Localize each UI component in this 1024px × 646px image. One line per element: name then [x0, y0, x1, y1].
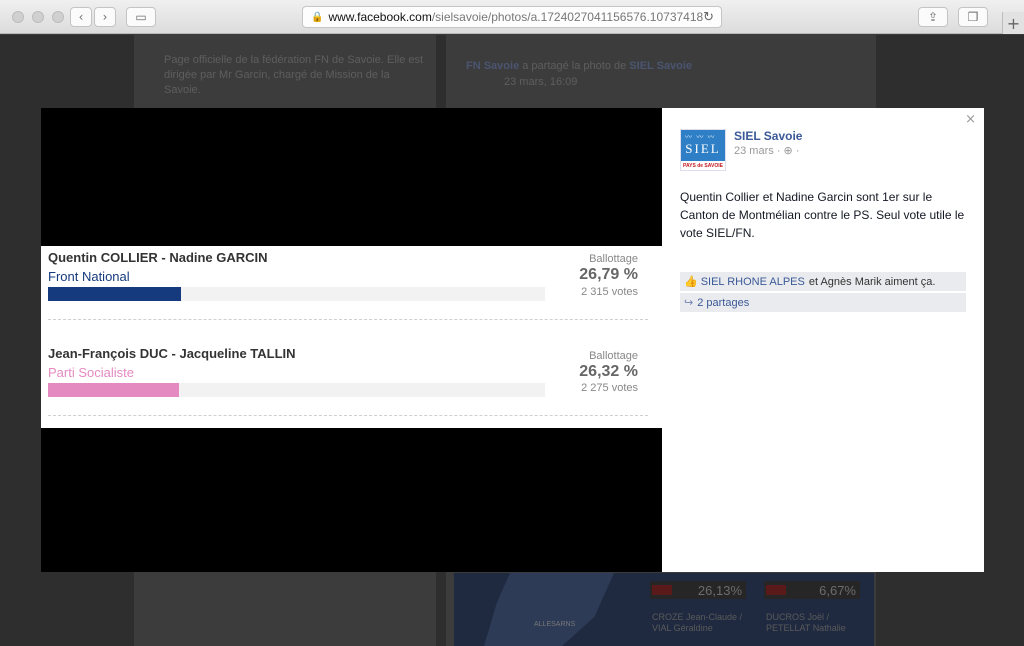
address-bar[interactable]: 🔒 www.facebook.com/sielsavoie/photos/a.1…: [302, 6, 722, 28]
sidebar-icon: ▭: [135, 10, 147, 24]
background-pct-right-value: 6,67%: [819, 582, 856, 598]
result-bar-fill: [48, 287, 181, 301]
meta-separator: ·: [776, 145, 781, 157]
red-marker: [766, 585, 786, 595]
page-avatar[interactable]: 〰 〰 〰 SIEL PAYS de SAVOIE: [680, 129, 726, 171]
reload-icon[interactable]: ↻: [703, 10, 714, 25]
url-domain: www.facebook.com: [328, 10, 432, 24]
result-votes: 2 275 votes: [581, 382, 638, 394]
plus-icon: +: [1006, 13, 1021, 33]
candidates-name: Quentin COLLIER - Nadine GARCIN: [48, 250, 268, 265]
result-percent: 26,79 %: [579, 266, 638, 283]
minimize-window-button[interactable]: [32, 11, 44, 23]
shares-bar[interactable]: ↪ 2 partages: [680, 293, 966, 312]
chevron-left-icon: ‹: [78, 10, 84, 24]
lock-icon: 🔒: [311, 11, 324, 23]
background-share-line: FN Savoie a partagé la photo de SIEL Sav…: [466, 59, 866, 74]
chevron-right-icon: ›: [102, 10, 108, 24]
result-bar-track: [48, 383, 545, 397]
result-status: Ballottage: [589, 350, 638, 362]
tabs-button[interactable]: ❐: [958, 7, 988, 27]
background-share-author: FN Savoie: [466, 60, 520, 72]
likes-link[interactable]: SIEL RHONE ALPES: [701, 276, 805, 288]
likes-bar: 👍 SIEL RHONE ALPES et Agnès Marik aiment…: [680, 272, 966, 291]
logo-text: SIEL: [685, 141, 721, 156]
party-name: Front National: [48, 269, 130, 284]
party-name: Parti Socialiste: [48, 365, 134, 380]
photo-viewer[interactable]: Quentin COLLIER - Nadine GARCIN Front Na…: [41, 108, 662, 572]
zoom-window-button[interactable]: [52, 11, 64, 23]
url-path: /sielsavoie/photos/a.1724027041156576.10…: [431, 10, 704, 24]
logo-subtitle: PAYS de SAVOIE: [683, 163, 723, 169]
result-status: Ballottage: [589, 253, 638, 265]
background-pct-left-value: 26,13%: [697, 582, 742, 598]
close-icon[interactable]: ×: [965, 112, 976, 127]
result-votes: 2 315 votes: [581, 286, 638, 298]
result-percent: 26,32 %: [579, 363, 638, 380]
background-pct-left: 26,13%: [650, 581, 746, 599]
background-share-action: a partagé la photo de: [522, 60, 627, 72]
back-button[interactable]: ‹: [70, 7, 92, 27]
post-text: Quentin Collier et Nadine Garcin sont 1e…: [680, 190, 965, 240]
divider: [48, 319, 648, 320]
meta-dot: ·: [795, 145, 800, 157]
background-page-description: Page officielle de la fédération FN de S…: [164, 54, 424, 96]
forward-button[interactable]: ›: [94, 7, 116, 27]
background-cand-right: DUCROS Joël / PETELLAT Nathalie: [766, 612, 846, 633]
result-bar-fill: [48, 383, 179, 397]
likes-rest: et Agnès Marik aiment ça.: [808, 275, 936, 288]
map-land: [484, 573, 614, 646]
election-results-image: Quentin COLLIER - Nadine GARCIN Front Na…: [41, 246, 662, 428]
browser-toolbar: ‹ › ▭ 🔒 www.facebook.com/sielsavoie/phot…: [0, 0, 1024, 34]
map-place-label: ALLESARNS: [534, 621, 576, 628]
divider: [48, 415, 648, 416]
background-share-date: 23 mars, 16:09: [504, 76, 578, 88]
post-date[interactable]: 23 mars: [734, 145, 774, 157]
page-name-link[interactable]: SIEL Savoie: [734, 129, 802, 143]
close-window-button[interactable]: [12, 11, 24, 23]
background-pct-right: 6,67%: [764, 581, 860, 599]
background-cand-left: CROZE Jean-Claude / VIAL Géraldine: [652, 612, 743, 633]
post-meta: 23 mars · ⊕ ·: [734, 144, 800, 157]
tabs-icon: ❐: [967, 10, 979, 24]
red-marker: [652, 585, 672, 595]
photo-sidebar: × 〰 〰 〰 SIEL PAYS de SAVOIE SIEL Savoie …: [662, 108, 984, 572]
shares-count[interactable]: 2 partages: [697, 297, 749, 309]
background-share-target: SIEL Savoie: [629, 60, 693, 72]
share-button[interactable]: ⇪: [918, 7, 948, 27]
result-bar-track: [48, 287, 545, 301]
sidebar-button[interactable]: ▭: [126, 7, 156, 27]
candidates-name: Jean-François DUC - Jacqueline TALLIN: [48, 346, 296, 361]
share-icon: ⇪: [927, 10, 939, 24]
share-arrow-icon: ↪: [684, 296, 694, 309]
globe-icon: ⊕: [783, 144, 793, 157]
new-tab-button[interactable]: +: [1002, 12, 1024, 34]
thumbs-up-icon: 👍: [684, 275, 698, 288]
